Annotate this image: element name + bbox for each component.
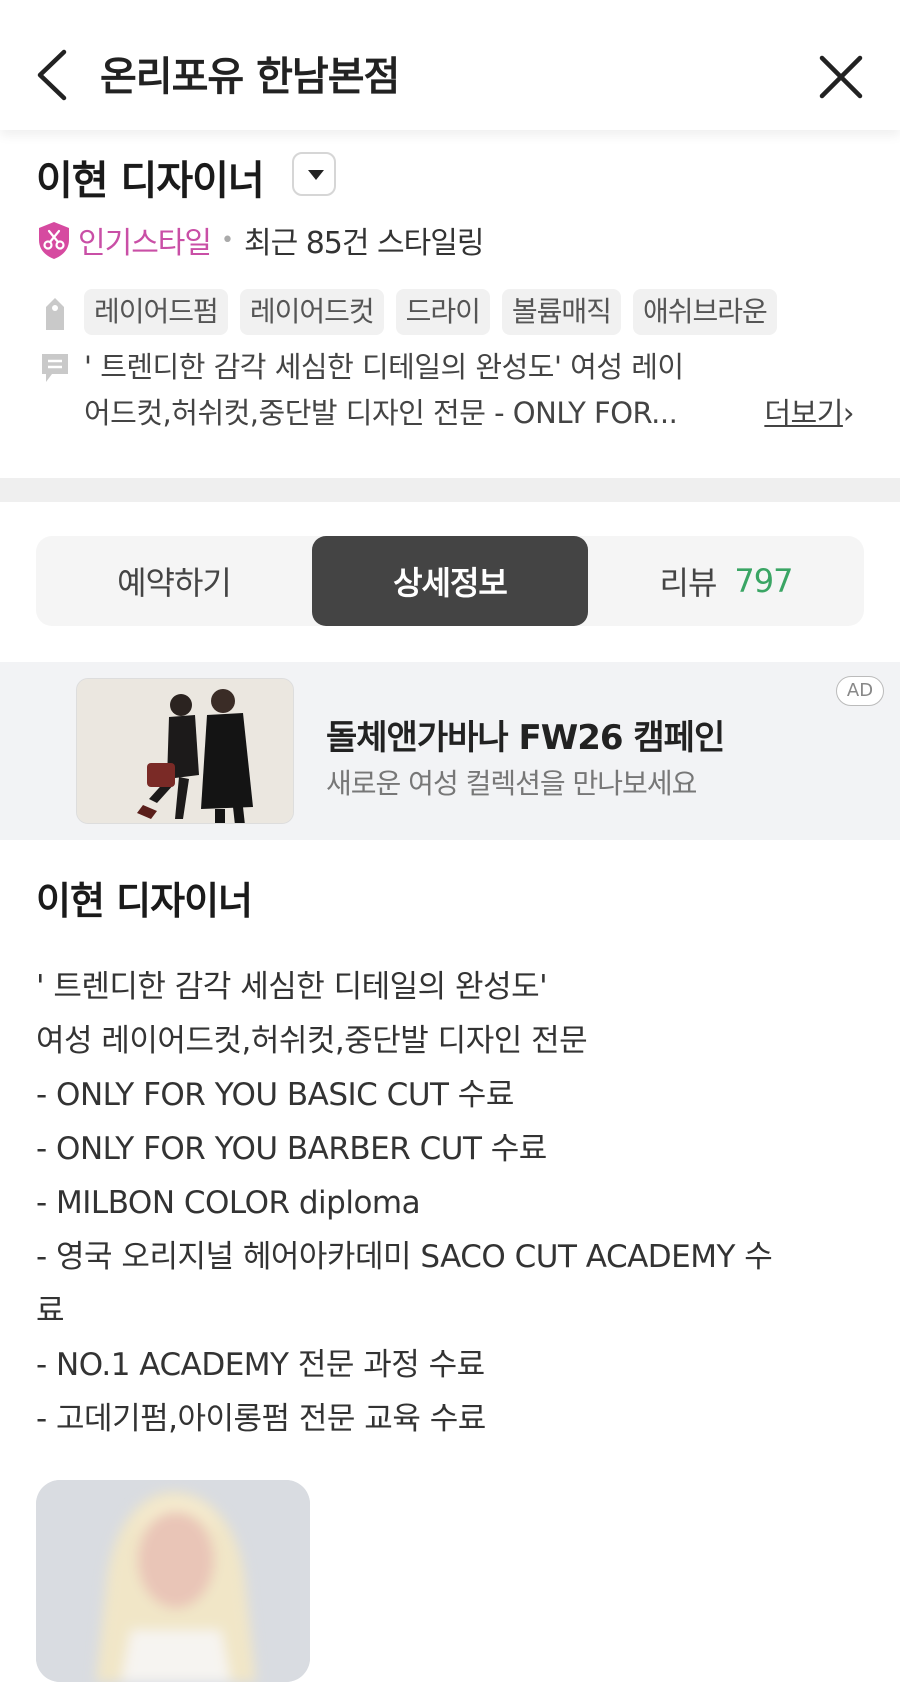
ad-image xyxy=(76,678,294,824)
designer-name: 이현 디자이너 xyxy=(36,158,265,204)
description-line: - ONLY FOR YOU BARBER CUT 수료 xyxy=(36,1131,547,1167)
tab-label: 예약하기 xyxy=(117,564,232,602)
style-tags: 레이어드펌 레이어드컷 드라이 볼륨매직 애쉬브라운 xyxy=(84,289,777,335)
memo-icon xyxy=(42,354,68,382)
tab-bar: 예약하기 상세정보 리뷰 797 xyxy=(36,536,864,626)
portfolio-photo[interactable] xyxy=(36,1480,310,1682)
designer-dropdown-button[interactable] xyxy=(292,152,336,196)
description-line: - MILBON COLOR diploma xyxy=(36,1185,421,1221)
popularity-row: 인기스타일 • 최근 85건 스타일링 xyxy=(36,218,484,262)
more-link[interactable]: 더보기› xyxy=(764,390,854,436)
description-line: 여성 레이어드컷,허쉬컷,중단발 디자인 전문 xyxy=(36,1023,588,1059)
back-chevron-icon[interactable] xyxy=(30,42,80,108)
more-link-label[interactable]: 더보기 xyxy=(764,396,843,430)
intro-line: ' 트렌디한 감각 세심한 디테일의 완성도' 여성 레이 xyxy=(84,350,684,384)
description-line: - NO.1 ACADEMY 전문 과정 수료 xyxy=(36,1347,485,1383)
section-divider xyxy=(0,478,900,502)
separator-dot: • xyxy=(221,227,234,253)
tab-label: 상세정보 xyxy=(393,564,508,602)
style-tag[interactable]: 레이어드컷 xyxy=(239,289,384,335)
description-line: - ONLY FOR YOU BASIC CUT 수료 xyxy=(36,1077,514,1113)
intro-line-row: 어드컷,허쉬컷,중단발 디자인 전문 - ONLY FOR... 더보기› xyxy=(84,390,855,436)
style-tag[interactable]: 볼륨매직 xyxy=(501,289,621,335)
tab-details[interactable]: 상세정보 xyxy=(312,536,588,626)
tab-reviews[interactable]: 리뷰 797 xyxy=(588,536,864,626)
style-tag[interactable]: 레이어드펌 xyxy=(84,289,228,335)
description-line: - 영국 오리지널 헤어아카데미 SACO CUT ACADEMY 수 xyxy=(36,1239,773,1275)
popular-style-badge: 인기스타일 xyxy=(78,226,212,261)
style-tag[interactable]: 애쉬브라운 xyxy=(632,289,777,335)
intro-line: 어드컷,허쉬컷,중단발 디자인 전문 - ONLY FOR... xyxy=(84,396,678,430)
tab-label: 리뷰 xyxy=(659,564,718,602)
close-icon[interactable] xyxy=(810,46,872,108)
review-count: 797 xyxy=(734,562,793,600)
description-line: - 고데기펌,아이롱펌 전문 교육 수료 xyxy=(36,1401,486,1437)
description-line: ' 트렌디한 감각 세심한 디테일의 완성도' xyxy=(36,969,548,1005)
ad-title: 돌체앤가바나 FW26 캠페인 xyxy=(326,718,725,758)
app-header: 온리포유 한남본점 xyxy=(0,0,900,130)
recent-styling-count: 최근 85건 스타일링 xyxy=(243,226,484,261)
caret-down-icon xyxy=(308,170,324,180)
ad-banner[interactable]: 돌체앤가바나 FW26 캠페인 새로운 여성 컬렉션을 만나보세요 AD xyxy=(0,662,900,840)
detail-title: 이현 디자이너 xyxy=(36,879,253,923)
tab-reservation[interactable]: 예약하기 xyxy=(36,536,312,626)
ad-subtitle: 새로운 여성 컬렉션을 만나보세요 xyxy=(326,767,697,800)
ad-badge: AD xyxy=(836,676,884,706)
tag-icon xyxy=(46,298,64,330)
chevron-right-icon: › xyxy=(842,396,855,430)
style-tag[interactable]: 드라이 xyxy=(395,289,490,335)
description-line: 료 xyxy=(36,1293,65,1329)
designer-intro: ' 트렌디한 감각 세심한 디테일의 완성도' 여성 레이 어드컷,허쉬컷,중단… xyxy=(84,344,855,436)
page-title: 온리포유 한남본점 xyxy=(100,54,400,100)
detail-description: ' 트렌디한 감각 세심한 디테일의 완성도' 여성 레이어드컷,허쉬컷,중단발… xyxy=(36,960,866,1446)
scissors-shield-icon xyxy=(39,222,69,259)
